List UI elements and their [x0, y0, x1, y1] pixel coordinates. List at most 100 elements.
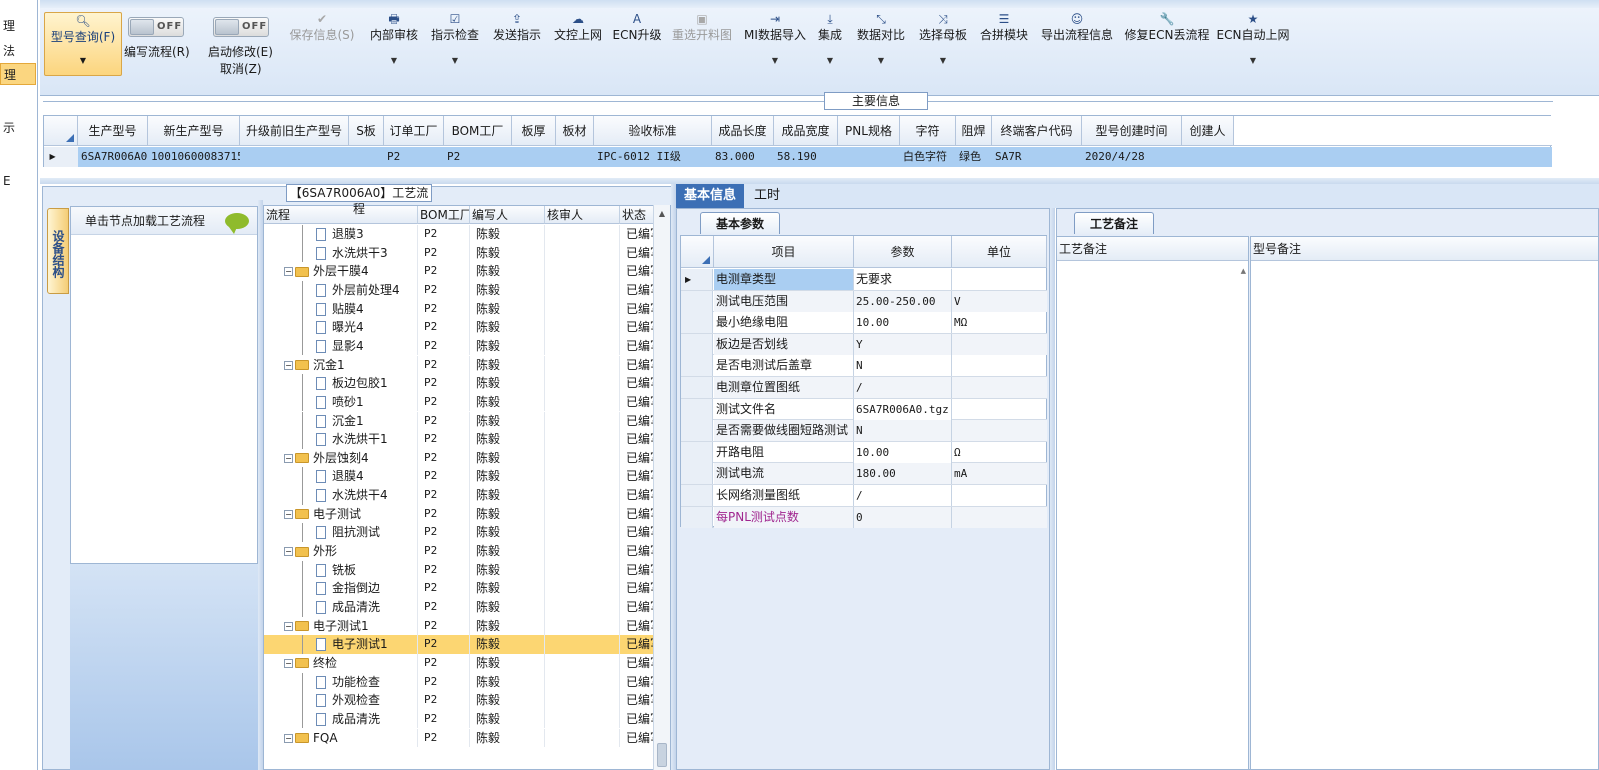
tree-row[interactable]: 沉金1 P2陈毅 已编写 [264, 411, 654, 431]
grid-cell[interactable] [512, 147, 556, 167]
collapse-icon[interactable]: − [284, 509, 293, 519]
grid-cell[interactable] [349, 147, 384, 167]
grid-cell[interactable]: IPC-6012 II级 [594, 147, 712, 167]
grid-column-header[interactable]: 终端客户代码 [992, 116, 1082, 146]
write-flow-toggle[interactable]: OFF [128, 17, 184, 37]
model-query-button[interactable]: 🔍︎ 型号查询(F) ▼ [44, 12, 122, 76]
param-row[interactable]: 开路电阻 10.00 Ω [681, 441, 1047, 464]
chevron-down-icon[interactable]: ▼ [1193, 55, 1313, 67]
left-nav-item[interactable]: 理 [0, 63, 36, 85]
tree-row[interactable]: − 沉金1 P2陈毅 已编写 [264, 355, 654, 375]
grid-cell[interactable]: 2020/4/28 [1082, 147, 1182, 167]
tree-column-header[interactable]: 状态 [620, 206, 654, 224]
grid-cell[interactable]: 83.000 [712, 147, 774, 167]
grid-column-header[interactable]: 升级前旧生产型号 [240, 116, 349, 146]
param-row[interactable]: 板边是否划线 Y [681, 333, 1047, 356]
tab-basic-info[interactable]: 基本信息 [676, 184, 745, 208]
grid-column-header[interactable]: 验收标准 [594, 116, 712, 146]
param-value[interactable]: Y [854, 333, 952, 355]
collapse-icon[interactable]: − [284, 621, 293, 631]
grid-cell[interactable]: 绿色 [956, 147, 992, 167]
tree-row[interactable]: 板边包胶1 P2陈毅 已编写 [264, 374, 654, 393]
grid-column-header[interactable]: 成品宽度 [774, 116, 838, 146]
tree-column-header[interactable]: 核审人 [545, 206, 620, 224]
scroll-up-icon[interactable]: ▲ [1241, 267, 1246, 275]
grid-column-header[interactable]: 板厚 [512, 116, 556, 146]
tree-row[interactable]: 退膜3 P2陈毅 已编写 [264, 225, 654, 244]
tree-row[interactable]: 功能检查 P2陈毅 已编写 [264, 672, 654, 692]
grid-cell[interactable]: P2 [384, 147, 444, 167]
param-row[interactable]: 长网络测量图纸 / [681, 485, 1047, 507]
tree-row[interactable]: − 电子测试1 P2陈毅 已编写 [264, 616, 654, 636]
toolbar-button[interactable]: ★ ECN自动上网 ▼ [1193, 12, 1313, 67]
param-value[interactable]: 10.00 [854, 441, 952, 463]
grid-column-header[interactable]: 字符 [900, 116, 956, 146]
tree-row[interactable]: − 外层蚀刻4 P2陈毅 已编写 [264, 448, 654, 468]
param-value[interactable]: N [854, 355, 952, 377]
right-splitter[interactable] [1050, 208, 1055, 770]
tree-column-header[interactable]: 流程 [264, 206, 418, 224]
collapse-icon[interactable]: − [284, 267, 293, 277]
grid-column-header[interactable]: 板材 [556, 116, 594, 146]
tree-row[interactable]: 贴膜4 P2陈毅 已编写 [264, 299, 654, 319]
grid-cell[interactable]: P2 [444, 147, 512, 167]
param-row[interactable]: 测试文件名 6SA7R006A0.tgz [681, 398, 1047, 421]
param-row[interactable]: 测试电流 180.00 mA [681, 463, 1047, 485]
grid-column-header[interactable]: 阻焊 [956, 116, 992, 146]
tree-row[interactable]: 水洗烘干4 P2陈毅 已编写 [264, 486, 654, 505]
process-notes-box[interactable]: 工艺备注 ▲ [1056, 236, 1249, 770]
chevron-down-icon[interactable]: ▼ [395, 55, 515, 67]
collapse-icon[interactable]: − [284, 733, 293, 743]
tree-row[interactable]: 显影4 P2陈毅 已编写 [264, 336, 654, 356]
tree-row[interactable]: 外观检查 P2陈毅 已编写 [264, 691, 654, 710]
tree-row[interactable]: 阻抗测试 P2陈毅 已编写 [264, 523, 654, 542]
tree-row[interactable]: 曝光4 P2陈毅 已编写 [264, 318, 654, 337]
tree-row[interactable]: 金指倒边 P2陈毅 已编写 [264, 579, 654, 598]
grid-column-header[interactable]: 新生产型号 [148, 116, 240, 146]
param-value[interactable]: / [854, 377, 952, 398]
grid-column-header[interactable]: 成品长度 [712, 116, 774, 146]
grid-column-header[interactable]: BOM工厂 [444, 116, 512, 146]
grid-cell[interactable] [556, 147, 594, 167]
grid-cell[interactable] [838, 147, 900, 167]
param-row[interactable]: 电测章位置图纸 / [681, 377, 1047, 399]
param-value[interactable]: / [854, 485, 952, 506]
tree-row[interactable]: 水洗烘干1 P2陈毅 已编写 [264, 430, 654, 449]
tree-row[interactable]: − 电子测试 P2陈毅 已编写 [264, 504, 654, 524]
left-nav-item[interactable]: 理 [0, 15, 36, 37]
param-row[interactable]: ▶ 电测章类型 无要求 [681, 269, 1047, 291]
grid-column-header[interactable]: 订单工厂 [384, 116, 444, 146]
param-value[interactable]: 无要求 [854, 269, 952, 290]
grid-cell[interactable] [240, 147, 349, 167]
collapse-icon[interactable]: − [284, 547, 293, 557]
collapse-icon[interactable]: − [284, 658, 293, 668]
tree-row[interactable]: 电子测试1 P2陈毅 已编写 [264, 635, 654, 654]
chevron-down-icon[interactable]: ▼ [883, 55, 1003, 67]
tree-row[interactable]: − 外形 P2陈毅 已编写 [264, 542, 654, 561]
collapse-icon[interactable]: − [284, 360, 293, 370]
param-value[interactable]: N [854, 420, 952, 442]
grid-cell[interactable]: 58.190 [774, 147, 838, 167]
scroll-up-icon[interactable]: ▲ [654, 209, 670, 218]
param-value[interactable]: 0 [854, 506, 952, 528]
param-value[interactable]: 10.00 [854, 312, 952, 334]
collapse-icon[interactable]: − [284, 453, 293, 463]
tree-row[interactable]: 水洗烘干3 P2陈毅 已编写 [264, 243, 654, 263]
param-value[interactable]: 25.00-250.00 [854, 290, 952, 312]
grid-column-header[interactable]: S板 [349, 116, 384, 146]
grid-column-header[interactable]: 创建人 [1182, 116, 1234, 146]
grid-column-header[interactable]: 型号创建时间 [1082, 116, 1182, 146]
tab-work-hours[interactable]: 工时 [746, 184, 788, 208]
start-edit-toggle[interactable]: OFF [213, 17, 269, 37]
tree-row[interactable]: 退膜4 P2陈毅 已编写 [264, 467, 654, 487]
param-row[interactable]: 是否需要做线圈短路测试 N [681, 420, 1047, 442]
tree-row[interactable]: − 终检 P2陈毅 已编写 [264, 653, 654, 673]
left-nav-item[interactable]: 法 [0, 40, 36, 62]
tree-column-header[interactable]: BOM工厂 [418, 206, 470, 224]
grid-cell[interactable]: SA7R [992, 147, 1082, 167]
param-row[interactable]: 最小绝缘电阻 10.00 MΩ [681, 312, 1047, 334]
grid-column-header[interactable]: 生产型号 [78, 116, 148, 146]
tree-column-header[interactable]: 编写人 [470, 206, 545, 224]
tree-row[interactable]: 成品清洗 P2陈毅 已编写 [264, 709, 654, 729]
param-row[interactable]: 每PNL测试点数 0 [681, 506, 1047, 529]
